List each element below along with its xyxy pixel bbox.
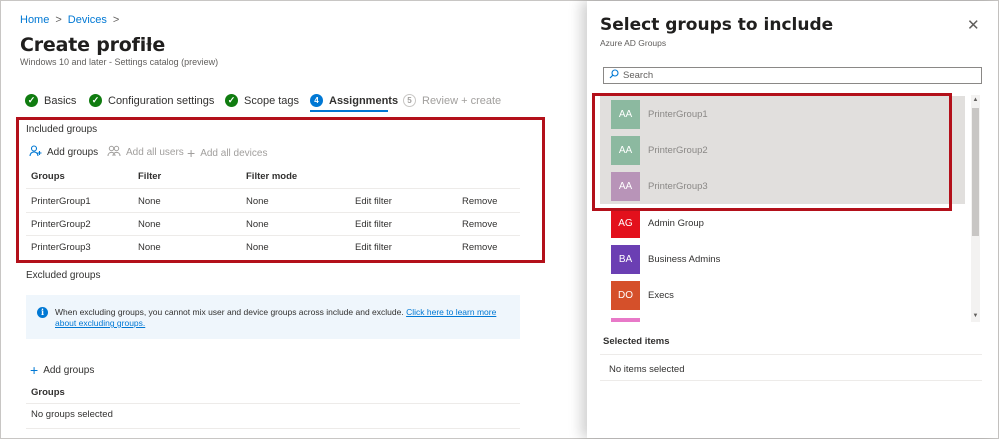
list-divider [600, 354, 982, 355]
highlight-box-included [16, 117, 545, 263]
list-item[interactable]: BA Business Admins [600, 241, 965, 277]
more-options-icon[interactable]: ··· [141, 36, 153, 50]
list-item[interactable]: DO Execs [600, 277, 965, 313]
info-banner: i When excluding groups, you cannot mix … [26, 295, 520, 339]
list-divider [600, 380, 982, 381]
breadcrumb-separator: > [112, 14, 120, 26]
no-groups-text: No groups selected [31, 409, 113, 420]
search-input[interactable] [623, 70, 963, 81]
group-name: Execs [648, 289, 674, 301]
check-icon: ✓ [25, 94, 38, 107]
active-step-underline [310, 110, 388, 112]
info-message: When excluding groups, you cannot mix us… [55, 307, 404, 317]
add-excluded-groups-label: Add groups [43, 364, 95, 376]
page-subtitle: Windows 10 and later - Settings catalog … [20, 57, 219, 67]
step-review-create: 5 Review + create [403, 94, 501, 107]
step-basics[interactable]: ✓ Basics [25, 94, 76, 107]
avatar [611, 318, 640, 322]
check-icon: ✓ [89, 94, 102, 107]
plus-icon: + [30, 362, 39, 378]
step-label: Basics [44, 94, 77, 107]
search-icon [609, 69, 619, 82]
column-header-groups: Groups [31, 387, 65, 398]
breadcrumb: Home > Devices > [20, 14, 119, 26]
breadcrumb-home[interactable]: Home [20, 14, 49, 26]
avatar: AG [611, 208, 640, 238]
info-icon: i [37, 307, 48, 318]
step-configuration-settings[interactable]: ✓ Configuration settings [89, 94, 214, 107]
step-label: Assignments [329, 94, 399, 107]
panel-title: Select groups to include [600, 15, 834, 35]
selected-items-label: Selected items [603, 336, 670, 347]
group-name: Admin Group [648, 217, 704, 229]
step-label: Scope tags [244, 94, 300, 107]
step-scope-tags[interactable]: ✓ Scope tags [225, 94, 299, 107]
highlight-box-panel [592, 93, 952, 211]
info-text: When excluding groups, you cannot mix us… [55, 307, 510, 329]
scrollbar-thumb[interactable] [972, 108, 979, 236]
panel-subtitle: Azure AD Groups [600, 38, 667, 48]
step-label: Review + create [422, 94, 502, 107]
add-excluded-groups-button[interactable]: + Add groups [30, 362, 94, 378]
step-number-icon: 4 [310, 94, 323, 107]
step-number-icon: 5 [403, 94, 416, 107]
no-items-text: No items selected [609, 364, 685, 375]
excluded-groups-label: Excluded groups [26, 270, 101, 281]
step-assignments[interactable]: 4 Assignments [310, 94, 398, 107]
breadcrumb-devices[interactable]: Devices [68, 14, 107, 26]
avatar: BA [611, 244, 640, 274]
search-box[interactable] [603, 67, 982, 84]
breadcrumb-separator: > [55, 14, 62, 26]
avatar: DO [611, 280, 640, 310]
close-icon[interactable]: ✕ [967, 16, 980, 34]
step-label: Configuration settings [108, 94, 215, 107]
check-icon: ✓ [225, 94, 238, 107]
table-divider [26, 403, 520, 404]
scroll-up-icon[interactable]: ▲ [971, 97, 980, 103]
scroll-down-icon[interactable]: ▼ [971, 313, 980, 319]
group-name: Business Admins [648, 253, 721, 265]
table-divider [26, 428, 520, 429]
